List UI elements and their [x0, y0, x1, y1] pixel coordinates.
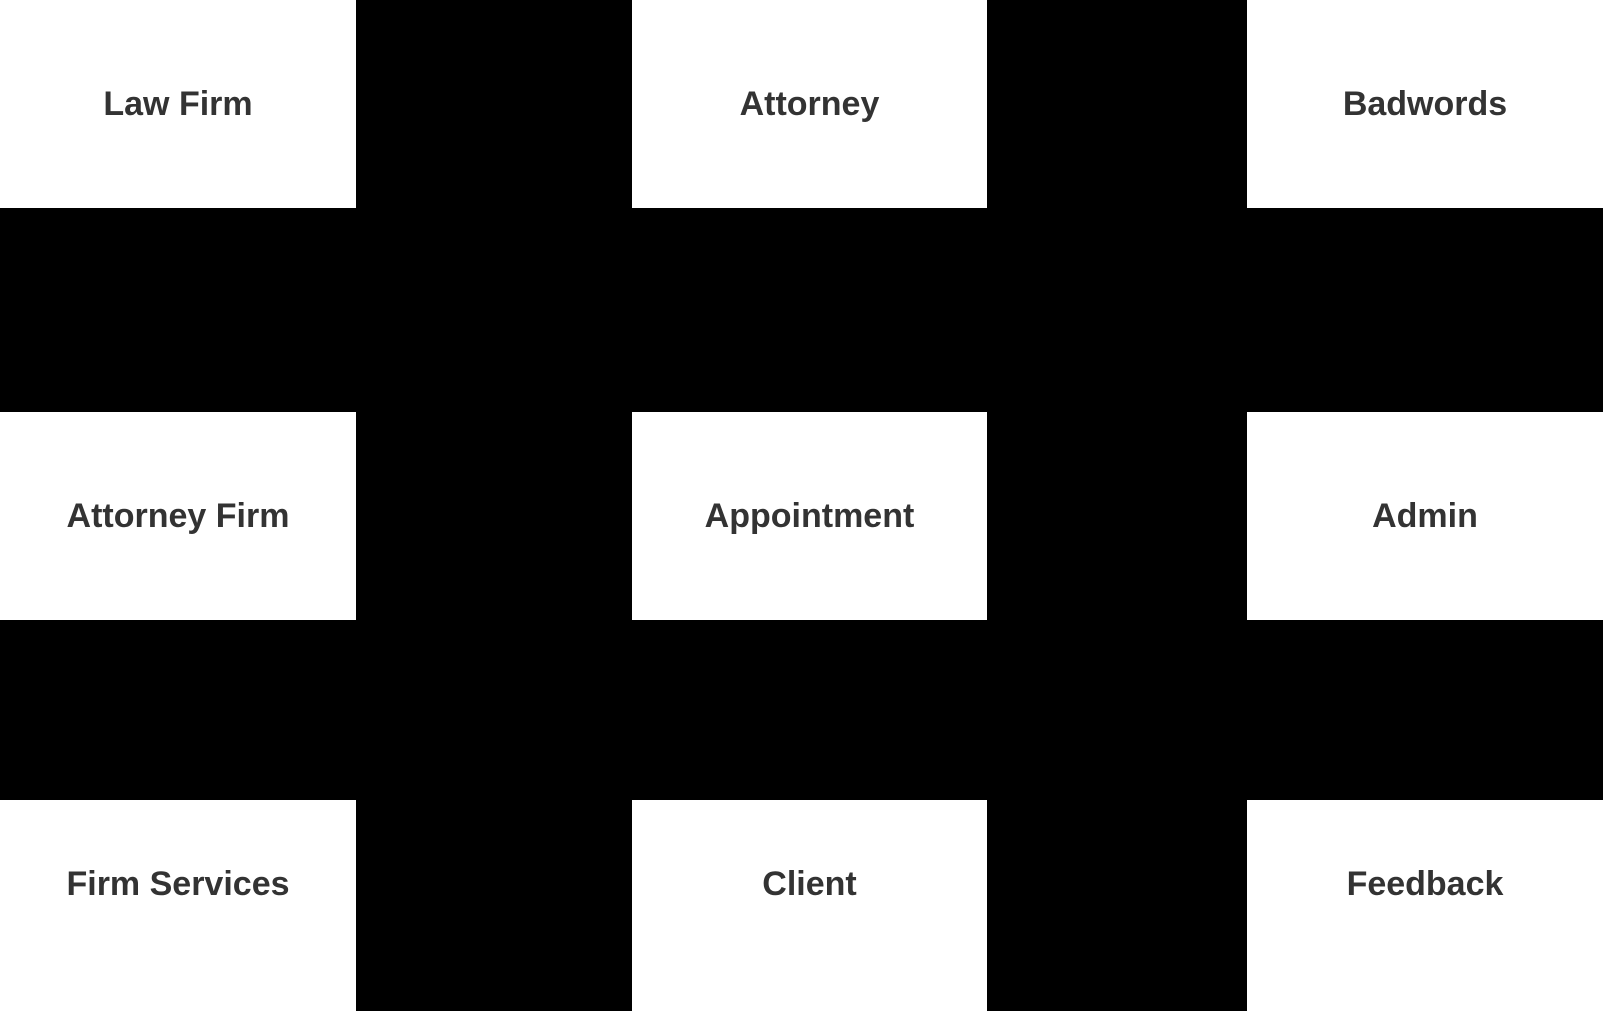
entity-box-appointment[interactable]: Appointment — [632, 412, 987, 620]
entity-label: Admin — [1372, 497, 1478, 535]
entity-label: Attorney Firm — [66, 497, 290, 535]
entity-box-law-firm[interactable]: Law Firm — [0, 0, 356, 208]
entity-label: Client — [762, 864, 857, 903]
entity-box-client[interactable]: Client — [632, 800, 987, 1011]
entity-box-badwords[interactable]: Badwords — [1247, 0, 1603, 208]
entity-label: Feedback — [1346, 864, 1504, 903]
entity-box-firm-services[interactable]: Firm Services — [0, 800, 356, 1011]
entity-label: Attorney — [739, 85, 880, 123]
entity-box-feedback[interactable]: Feedback — [1247, 800, 1603, 1011]
entity-box-attorney-firm[interactable]: Attorney Firm — [0, 412, 356, 620]
entity-label: Appointment — [704, 497, 915, 535]
entity-label: Badwords — [1342, 85, 1508, 123]
entity-label: Firm Services — [66, 864, 290, 903]
entity-label: Law Firm — [103, 85, 253, 123]
entity-box-admin[interactable]: Admin — [1247, 412, 1603, 620]
diagram-canvas: Law Firm Attorney Badwords Attorney Firm… — [0, 0, 1603, 1011]
entity-box-attorney[interactable]: Attorney — [632, 0, 987, 208]
